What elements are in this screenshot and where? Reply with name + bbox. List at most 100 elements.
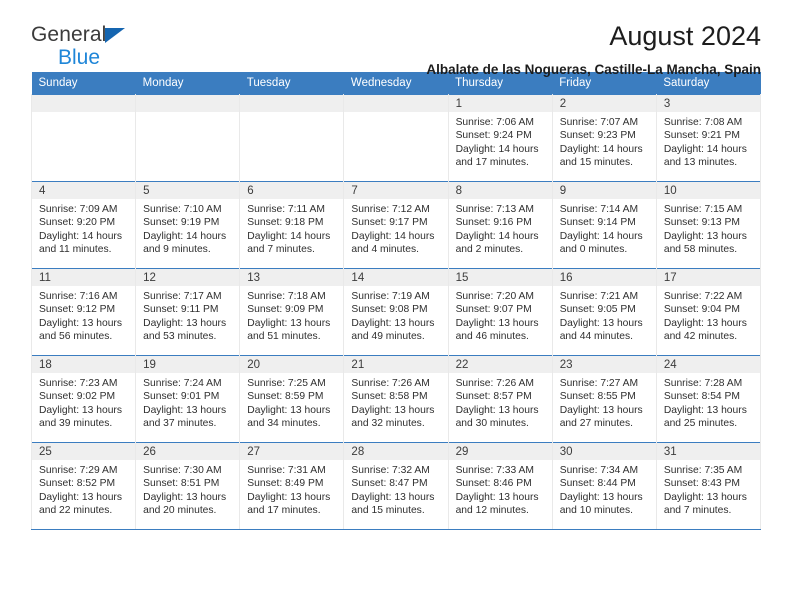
- general-blue-logo[interactable]: General Blue: [31, 22, 151, 68]
- calendar-day-cell[interactable]: 9 Sunrise: 7:14 AM Sunset: 9:14 PM Daylight…: [551, 181, 657, 269]
- day-number: 13: [240, 269, 344, 286]
- daylight-text-line2: and 51 minutes.: [247, 331, 321, 343]
- day-details: Sunrise: 7:11 AM Sunset: 9:18 PM Daylight:…: [240, 199, 343, 257]
- day-number: 30: [552, 443, 656, 460]
- sunrise-text: Sunrise: 7:30 AM: [143, 465, 222, 476]
- sunrise-text: Sunrise: 7:28 AM: [663, 378, 743, 389]
- day-number: 5: [136, 182, 240, 199]
- calendar-day-cell[interactable]: 23 Sunrise: 7:27 AM Sunset: 8:55 PM Dayligh…: [551, 355, 657, 443]
- daylight-text-line2: and 27 minutes.: [559, 418, 633, 430]
- calendar-day-cell[interactable]: 7 Sunrise: 7:12 AM Sunset: 9:17 PM Daylight…: [343, 181, 449, 269]
- day-number: 20: [240, 356, 344, 373]
- daylight-text-line1: Daylight: 13 hours: [559, 404, 643, 416]
- calendar-day-cell[interactable]: 26 Sunrise: 7:30 AM Sunset: 8:51 PM Dayligh…: [135, 442, 241, 530]
- day-details: Sunrise: 7:18 AM Sunset: 9:09 PM Daylight:…: [240, 286, 343, 344]
- day-details: Sunrise: 7:22 AM Sunset: 9:04 PM Daylight:…: [657, 286, 760, 344]
- sunset-text: Sunset: 9:04 PM: [663, 304, 740, 316]
- day-details: Sunrise: 7:07 AM Sunset: 9:23 PM Daylight:…: [553, 112, 656, 170]
- day-number: 18: [32, 356, 136, 373]
- day-number: 29: [448, 443, 552, 460]
- daylight-text-line1: Daylight: 14 hours: [39, 230, 122, 242]
- calendar-day-cell[interactable]: 2 Sunrise: 7:07 AM Sunset: 9:23 PM Daylight…: [551, 94, 657, 182]
- day-number: 31: [656, 443, 760, 460]
- calendar-day-cell[interactable]: 29 Sunrise: 7:33 AM Sunset: 8:46 PM Dayligh…: [447, 442, 553, 530]
- calendar-week-row: 1 Sunrise: 7:06 AM Sunset: 9:24 PM Daylight…: [30, 94, 762, 182]
- day-number: 17: [656, 269, 760, 286]
- calendar-day-cell[interactable]: 21 Sunrise: 7:26 AM Sunset: 8:58 PM Dayligh…: [343, 355, 449, 443]
- day-details: Sunrise: 7:06 AM Sunset: 9:24 PM Daylight:…: [449, 112, 552, 170]
- daylight-text-line2: and 17 minutes.: [455, 157, 529, 169]
- calendar-day-cell[interactable]: 24 Sunrise: 7:28 AM Sunset: 8:54 PM Dayligh…: [655, 355, 762, 443]
- sunrise-text: Sunrise: 7:16 AM: [39, 291, 118, 302]
- calendar-day-cell[interactable]: 1 Sunrise: 7:06 AM Sunset: 9:24 PM Daylight…: [447, 94, 553, 182]
- day-number: [32, 95, 136, 112]
- calendar-day-cell[interactable]: 12 Sunrise: 7:17 AM Sunset: 9:11 PM Dayligh…: [135, 268, 241, 356]
- daylight-text-line2: and 37 minutes.: [143, 418, 217, 430]
- day-details: Sunrise: 7:13 AM Sunset: 9:16 PM Daylight:…: [449, 199, 552, 257]
- daylight-text-line2: and 7 minutes.: [663, 505, 732, 517]
- sunset-text: Sunset: 9:12 PM: [39, 304, 116, 316]
- day-details: Sunrise: 7:28 AM Sunset: 8:54 PM Daylight:…: [657, 373, 760, 431]
- calendar-day-cell[interactable]: 19 Sunrise: 7:24 AM Sunset: 9:01 PM Dayligh…: [135, 355, 241, 443]
- calendar-day-cell[interactable]: 11 Sunrise: 7:16 AM Sunset: 9:12 PM Dayligh…: [30, 268, 137, 356]
- sunset-text: Sunset: 9:20 PM: [39, 217, 116, 229]
- calendar-day-cell[interactable]: 20 Sunrise: 7:25 AM Sunset: 8:59 PM Dayligh…: [239, 355, 345, 443]
- calendar-week-row: 4 Sunrise: 7:09 AM Sunset: 9:20 PM Daylight…: [30, 181, 762, 269]
- sunset-text: Sunset: 9:01 PM: [143, 391, 220, 403]
- calendar-day-cell[interactable]: 15 Sunrise: 7:20 AM Sunset: 9:07 PM Dayligh…: [447, 268, 553, 356]
- day-details: Sunrise: 7:17 AM Sunset: 9:11 PM Daylight:…: [136, 286, 239, 344]
- calendar-day-cell-empty: [239, 94, 345, 182]
- daylight-text-line2: and 49 minutes.: [351, 331, 425, 343]
- weekday-header-sunday: Sunday: [31, 72, 136, 95]
- calendar-day-cell[interactable]: 17 Sunrise: 7:22 AM Sunset: 9:04 PM Dayligh…: [655, 268, 762, 356]
- sunset-text: Sunset: 8:44 PM: [559, 478, 636, 490]
- calendar-day-cell[interactable]: 4 Sunrise: 7:09 AM Sunset: 9:20 PM Daylight…: [30, 181, 137, 269]
- calendar-day-cell[interactable]: 18 Sunrise: 7:23 AM Sunset: 9:02 PM Dayligh…: [30, 355, 137, 443]
- sunset-text: Sunset: 9:14 PM: [559, 217, 636, 229]
- day-details: Sunrise: 7:26 AM Sunset: 8:58 PM Daylight:…: [344, 373, 447, 431]
- day-details: Sunrise: 7:26 AM Sunset: 8:57 PM Daylight:…: [449, 373, 552, 431]
- day-details: Sunrise: 7:35 AM Sunset: 8:43 PM Daylight:…: [657, 460, 760, 518]
- daylight-text-line1: Daylight: 14 hours: [559, 143, 643, 155]
- sunrise-text: Sunrise: 7:21 AM: [559, 291, 639, 302]
- sunrise-text: Sunrise: 7:26 AM: [351, 378, 430, 389]
- calendar-day-cell[interactable]: 13 Sunrise: 7:18 AM Sunset: 9:09 PM Dayligh…: [239, 268, 345, 356]
- calendar-day-cell[interactable]: 8 Sunrise: 7:13 AM Sunset: 9:16 PM Daylight…: [447, 181, 553, 269]
- sunrise-sunset-calendar: Sunday Monday Tuesday Wednesday Thursday…: [30, 72, 762, 530]
- sunrise-text: Sunrise: 7:20 AM: [455, 291, 534, 302]
- day-details: Sunrise: 7:10 AM Sunset: 9:19 PM Daylight:…: [136, 199, 239, 257]
- calendar-day-cell[interactable]: 14 Sunrise: 7:19 AM Sunset: 9:08 PM Dayligh…: [343, 268, 449, 356]
- sunset-text: Sunset: 8:46 PM: [455, 478, 532, 490]
- calendar-day-cell[interactable]: 27 Sunrise: 7:31 AM Sunset: 8:49 PM Dayligh…: [239, 442, 345, 530]
- weekday-header-tuesday: Tuesday: [239, 72, 344, 95]
- daylight-text-line2: and 11 minutes.: [39, 244, 112, 256]
- calendar-day-cell[interactable]: 22 Sunrise: 7:26 AM Sunset: 8:57 PM Dayligh…: [447, 355, 553, 443]
- calendar-day-cell[interactable]: 5 Sunrise: 7:10 AM Sunset: 9:19 PM Daylight…: [135, 181, 241, 269]
- daylight-text-line1: Daylight: 13 hours: [39, 491, 122, 503]
- daylight-text-line2: and 58 minutes.: [663, 244, 738, 256]
- calendar-day-cell[interactable]: 30 Sunrise: 7:34 AM Sunset: 8:44 PM Dayligh…: [551, 442, 657, 530]
- daylight-text-line2: and 53 minutes.: [143, 331, 217, 343]
- daylight-text-line1: Daylight: 14 hours: [663, 143, 747, 155]
- calendar-day-cell[interactable]: 10 Sunrise: 7:15 AM Sunset: 9:13 PM Dayligh…: [655, 181, 762, 269]
- daylight-text-line1: Daylight: 13 hours: [143, 491, 227, 503]
- daylight-text-line1: Daylight: 13 hours: [247, 317, 331, 329]
- sunset-text: Sunset: 8:47 PM: [351, 478, 428, 490]
- calendar-day-cell[interactable]: 6 Sunrise: 7:11 AM Sunset: 9:18 PM Daylight…: [239, 181, 345, 269]
- calendar-day-cell[interactable]: 28 Sunrise: 7:32 AM Sunset: 8:47 PM Dayligh…: [343, 442, 449, 530]
- sunset-text: Sunset: 9:11 PM: [143, 304, 219, 316]
- sunrise-text: Sunrise: 7:11 AM: [247, 204, 325, 215]
- day-details: Sunrise: 7:34 AM Sunset: 8:44 PM Daylight:…: [553, 460, 656, 518]
- calendar-day-cell[interactable]: 31 Sunrise: 7:35 AM Sunset: 8:43 PM Dayligh…: [655, 442, 762, 530]
- day-details: Sunrise: 7:27 AM Sunset: 8:55 PM Daylight:…: [553, 373, 656, 431]
- calendar-day-cell[interactable]: 3 Sunrise: 7:08 AM Sunset: 9:21 PM Daylight…: [655, 94, 762, 182]
- daylight-text-line2: and 44 minutes.: [559, 331, 633, 343]
- sunrise-text: Sunrise: 7:24 AM: [143, 378, 222, 389]
- calendar-day-cell[interactable]: 25 Sunrise: 7:29 AM Sunset: 8:52 PM Dayligh…: [30, 442, 137, 530]
- page-header: General Blue August 2024 Albalate de las…: [31, 0, 761, 76]
- day-number: 2: [552, 95, 656, 112]
- day-number: [136, 95, 240, 112]
- sunrise-text: Sunrise: 7:22 AM: [663, 291, 743, 302]
- title-block: August 2024 Albalate de las Nogueras, Ca…: [426, 21, 761, 78]
- calendar-day-cell[interactable]: 16 Sunrise: 7:21 AM Sunset: 9:05 PM Dayligh…: [551, 268, 657, 356]
